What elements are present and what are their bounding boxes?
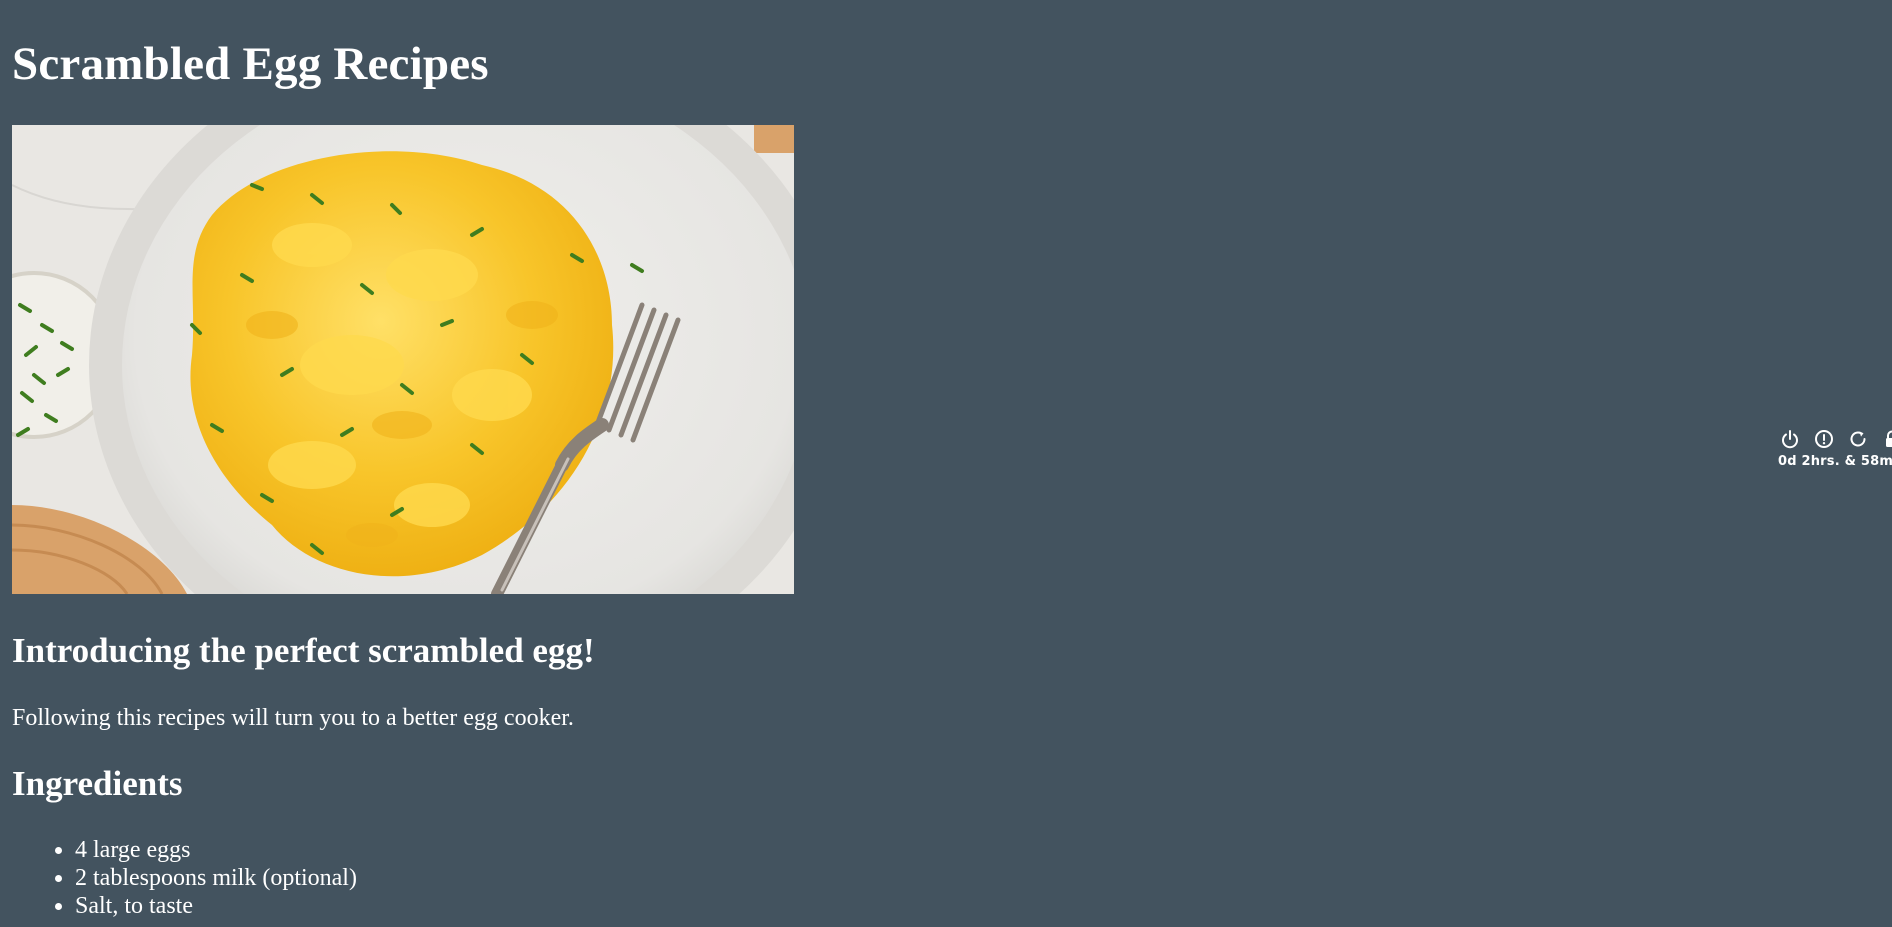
session-widget: 0d 2hrs. & 58mi: [1778, 427, 1892, 477]
power-icon[interactable]: [1780, 429, 1800, 449]
intro-heading: Introducing the perfect scrambled egg!: [12, 631, 595, 670]
hero-image: [12, 125, 794, 594]
intro-text: Following this recipes will turn you to …: [12, 705, 574, 731]
info-icon[interactable]: [1814, 429, 1834, 449]
session-controls: [1778, 427, 1892, 451]
page-title: Scrambled Egg Recipes: [12, 38, 489, 90]
session-time: 0d 2hrs. & 58mi: [1778, 454, 1892, 469]
ingredients-heading: Ingredients: [12, 764, 183, 803]
refresh-icon[interactable]: [1848, 429, 1868, 449]
list-item: 4 large eggs: [75, 836, 357, 864]
list-item: Salt, to taste: [75, 892, 357, 920]
ingredients-list: 4 large eggs 2 tablespoons milk (optiona…: [12, 836, 357, 920]
list-item: 2 tablespoons milk (optional): [75, 864, 357, 892]
lock-icon[interactable]: [1882, 429, 1892, 449]
page-content: Scrambled Egg Recipes Introducing the pe…: [12, 0, 912, 919]
